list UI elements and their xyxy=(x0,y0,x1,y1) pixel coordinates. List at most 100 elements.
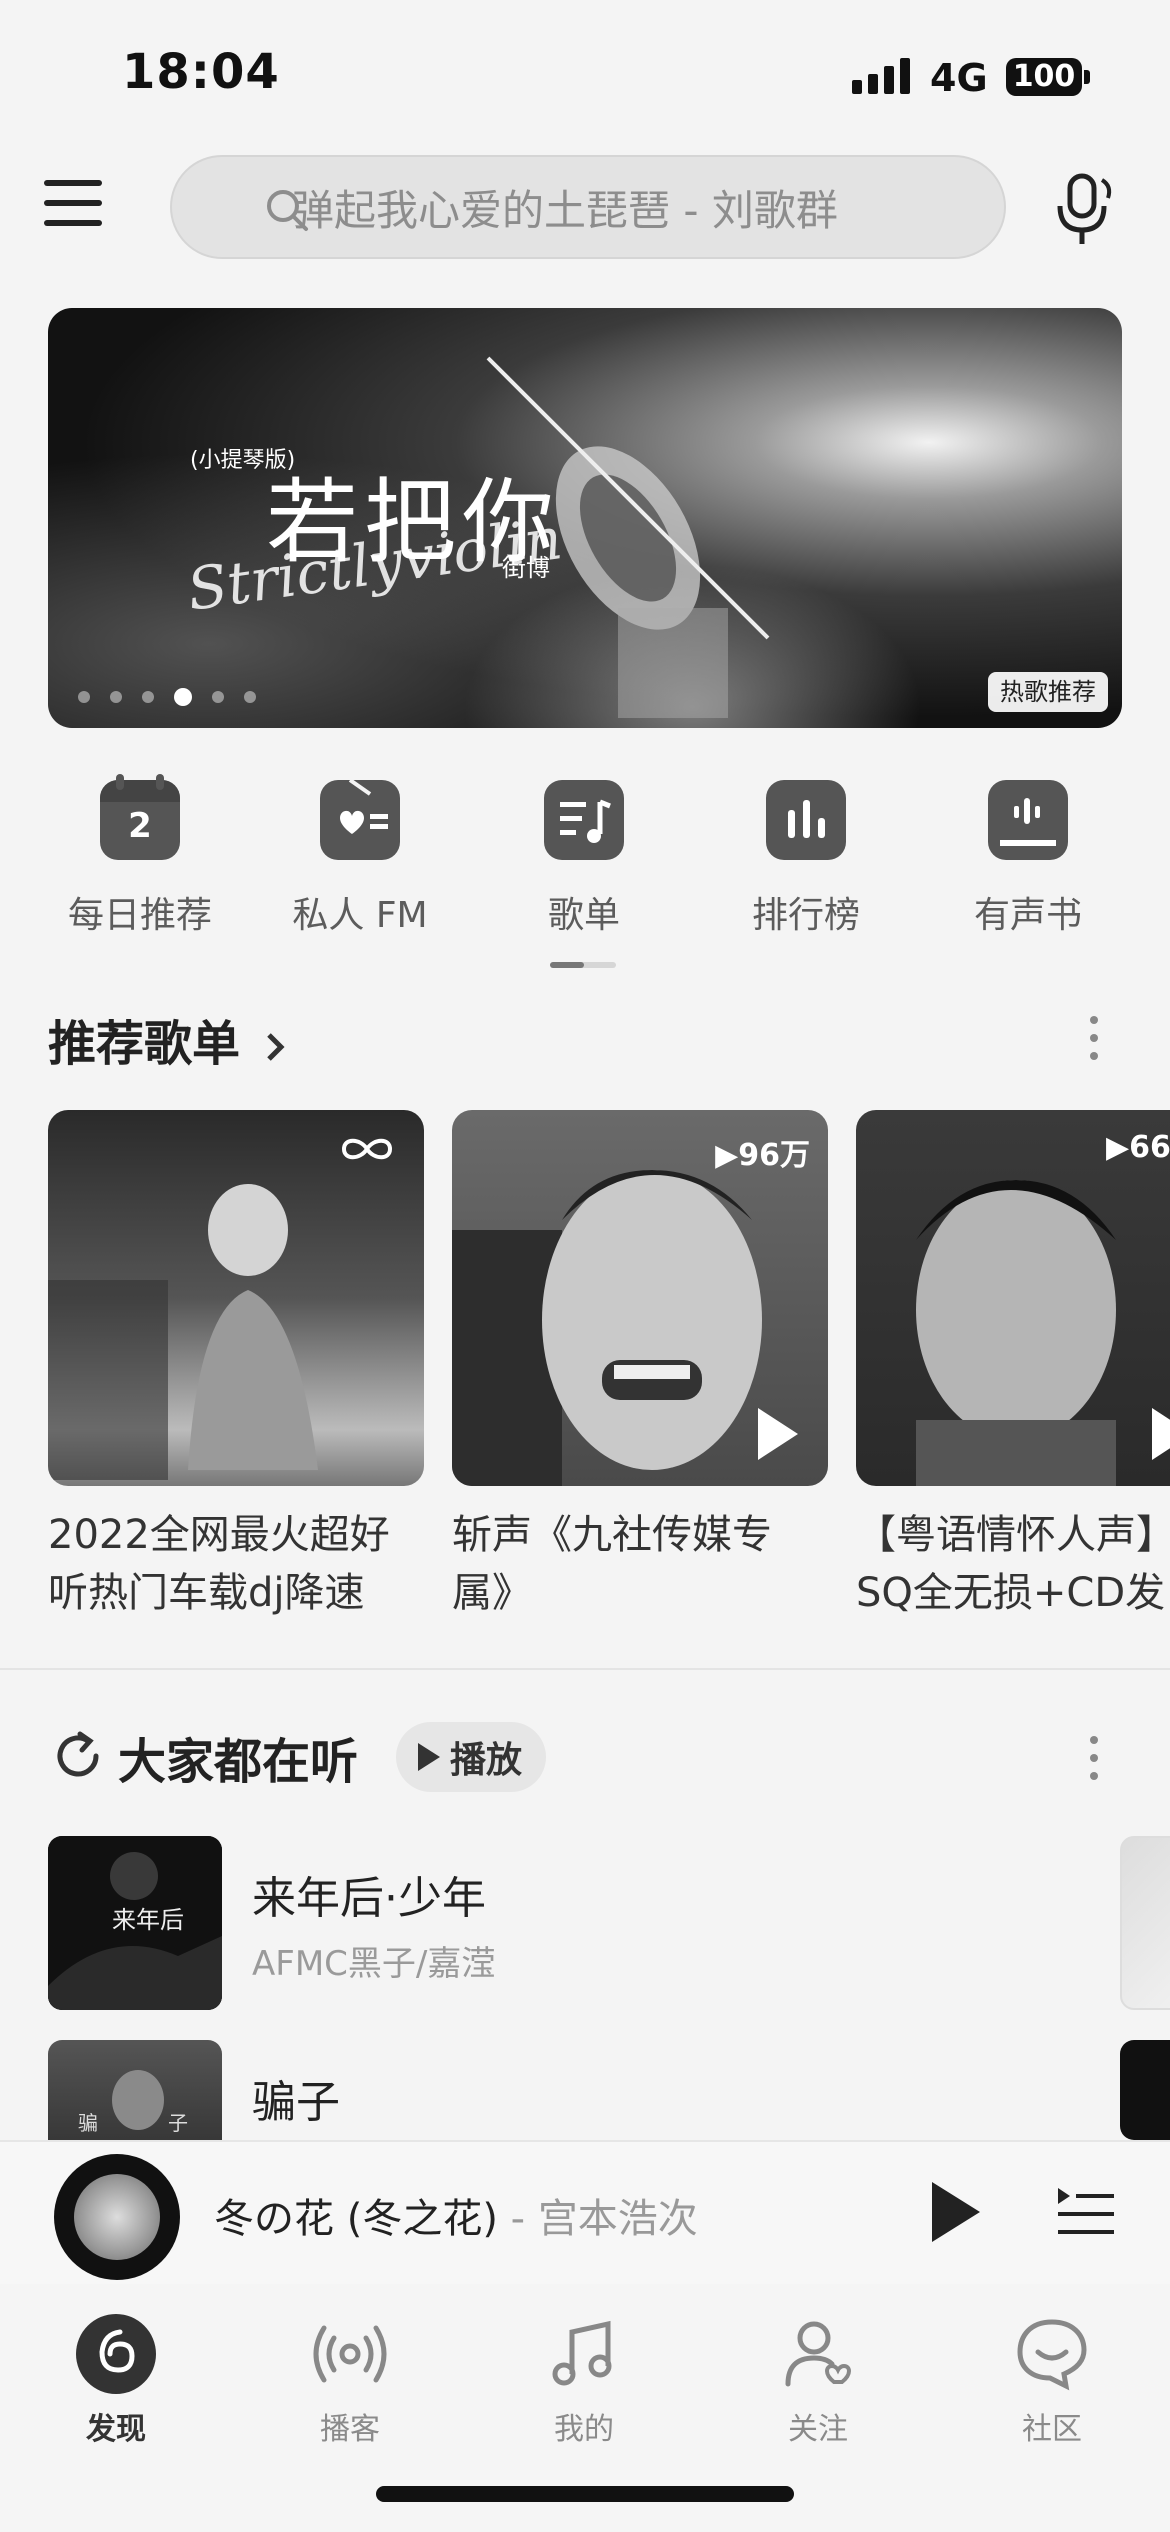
banner-artist: 街博 xyxy=(502,554,550,582)
status-time: 18:04 xyxy=(122,44,280,100)
home-indicator[interactable] xyxy=(376,2486,794,2502)
playlist-title-line2: 听热门车载dj降速 xyxy=(48,1570,365,1616)
song-artist: AFMC黑子/嘉滢 xyxy=(252,1944,496,1984)
carousel-dot[interactable] xyxy=(244,691,256,703)
network-type: 4G xyxy=(930,56,988,100)
quick-playlist[interactable]: 歌单 xyxy=(484,780,684,938)
banner-tag: 热歌推荐 xyxy=(988,672,1108,712)
search-placeholder: 弹起我心爱的土琵琶 - 刘歌群 xyxy=(292,185,838,235)
battery-tip xyxy=(1084,70,1090,84)
audiobook-icon xyxy=(988,780,1068,860)
more-icon[interactable] xyxy=(1090,1736,1100,1790)
tab-label: 发现 xyxy=(86,2412,146,2447)
tab-label: 播客 xyxy=(320,2412,380,2447)
song-name: 骗子 xyxy=(252,2077,340,2128)
svg-text:子: 子 xyxy=(168,2111,188,2135)
radio-icon xyxy=(320,780,400,860)
now-playing-song: 冬の花 (冬之花) xyxy=(214,2196,498,2242)
play-count: ▶66 xyxy=(1106,1130,1170,1165)
tab-label: 关注 xyxy=(788,2412,848,2447)
search-input[interactable]: 弹起我心爱的土琵琶 - 刘歌群 xyxy=(170,155,1006,259)
song-cover: 来年后 xyxy=(48,1836,222,2010)
quick-audiobook[interactable]: 有声书 xyxy=(928,780,1128,938)
carousel-dots xyxy=(78,688,256,706)
now-playing-separator: - xyxy=(510,2196,526,2242)
infinity-icon xyxy=(341,1138,393,1160)
play-all-button[interactable]: 播放 xyxy=(396,1722,546,1792)
carousel-dot[interactable] xyxy=(212,691,224,703)
playlist-title-line2: 属》 xyxy=(452,1570,532,1616)
now-playing-cover xyxy=(74,2174,160,2260)
calendar-day: 2 xyxy=(128,806,152,846)
quick-label: 有声书 xyxy=(973,895,1082,936)
quick-label: 每日推荐 xyxy=(67,895,212,936)
everyone-title: 大家都在听 xyxy=(118,1734,359,1790)
quick-daily-recommend[interactable]: 2 每日推荐 xyxy=(40,774,240,938)
now-playing-text: 冬の花 (冬之花) - 宫本浩次 xyxy=(214,2186,698,2244)
song-cover-peek xyxy=(1120,2040,1170,2140)
playlist-title-line1: 斩声《九社传媒专 xyxy=(452,1512,772,1558)
svg-text:来年后: 来年后 xyxy=(112,1906,184,1934)
play-button[interactable] xyxy=(932,2182,980,2242)
playlist-queue-icon[interactable] xyxy=(1056,2186,1116,2242)
recommended-title-text: 推荐歌单 xyxy=(48,1016,241,1072)
music-note-icon xyxy=(542,2312,626,2396)
quick-charts[interactable]: 排行榜 xyxy=(706,780,906,938)
more-icon[interactable] xyxy=(1090,1016,1100,1070)
menu-icon[interactable] xyxy=(44,180,106,232)
song-item[interactable]: 骗 子 骗子 xyxy=(48,2040,1048,2140)
quick-nav: 2 每日推荐 私人 FM 歌单 排行榜 有声书 xyxy=(0,774,1170,950)
chart-icon xyxy=(766,780,846,860)
now-playing-disc[interactable] xyxy=(54,2154,180,2280)
play-all-label: 播放 xyxy=(450,1740,523,1781)
tab-label: 我的 xyxy=(554,2412,614,2447)
status-bar: 18:04 4G 100 xyxy=(0,0,1170,150)
carousel-dot[interactable] xyxy=(174,688,192,706)
tab-podcast[interactable]: 播客 xyxy=(260,2312,440,2448)
now-playing-artist: 宫本浩次 xyxy=(537,2196,698,2242)
refresh-icon[interactable] xyxy=(50,1728,106,1784)
playlist-card[interactable]: 2022全网最火超好 听热门车载dj降速 xyxy=(48,1110,424,1622)
playlist-cover: ▶96万 xyxy=(452,1110,828,1486)
quick-private-fm[interactable]: 私人 FM xyxy=(260,780,460,938)
tab-follow[interactable]: 关注 xyxy=(728,2312,908,2448)
section-divider xyxy=(0,1668,1170,1670)
podcast-icon xyxy=(308,2312,392,2396)
playlist-icon xyxy=(544,780,624,860)
quick-nav-scroll-indicator xyxy=(550,962,616,968)
playlist-title-line1: 【粤语情怀人声】 xyxy=(856,1512,1170,1558)
signal-icon xyxy=(852,58,910,94)
discover-icon xyxy=(74,2312,158,2396)
quick-label: 排行榜 xyxy=(751,895,860,936)
svg-text:骗: 骗 xyxy=(78,2111,98,2135)
song-cover-peek xyxy=(1120,1836,1170,2010)
quick-label: 私人 FM xyxy=(292,895,428,936)
carousel-dot[interactable] xyxy=(142,691,154,703)
calendar-icon: 2 xyxy=(100,774,180,860)
follow-icon xyxy=(776,2312,860,2396)
carousel-dot[interactable] xyxy=(110,691,122,703)
play-count: ▶96万 xyxy=(715,1138,810,1173)
song-name: 来年后·少年 xyxy=(252,1873,486,1924)
playlist-cover: ▶66 xyxy=(856,1110,1170,1486)
carousel-dot[interactable] xyxy=(78,691,90,703)
song-item[interactable]: 来年后 来年后·少年 AFMC黑子/嘉滢 xyxy=(48,1836,1048,2012)
play-icon[interactable] xyxy=(1152,1408,1170,1460)
mini-player[interactable]: 冬の花 (冬之花) - 宫本浩次 xyxy=(0,2140,1170,2284)
tab-discover[interactable]: 发现 xyxy=(26,2312,206,2448)
community-icon xyxy=(1010,2312,1094,2396)
tab-mine[interactable]: 我的 xyxy=(494,2312,674,2448)
search-icon xyxy=(267,190,308,231)
battery-icon: 100 xyxy=(1006,58,1082,96)
tab-community[interactable]: 社区 xyxy=(962,2312,1142,2448)
playlist-card[interactable]: ▶66 【粤语情怀人声】 SQ全无损+CD发 xyxy=(856,1110,1170,1622)
song-cover: 骗 子 xyxy=(48,2040,222,2140)
quick-label: 歌单 xyxy=(547,895,620,936)
recommended-title[interactable]: 推荐歌单 xyxy=(48,1004,289,1074)
banner-carousel[interactable]: (小提琴版) Strictlyviolin 若把你 街博 热歌推荐 xyxy=(48,308,1122,728)
play-icon[interactable] xyxy=(758,1408,798,1460)
microphone-icon[interactable] xyxy=(1052,170,1122,250)
tab-label: 社区 xyxy=(1022,2412,1082,2447)
playlist-card[interactable]: ▶96万 斩声《九社传媒专 属》 xyxy=(452,1110,828,1622)
playlist-title-line1: 2022全网最火超好 xyxy=(48,1512,390,1558)
